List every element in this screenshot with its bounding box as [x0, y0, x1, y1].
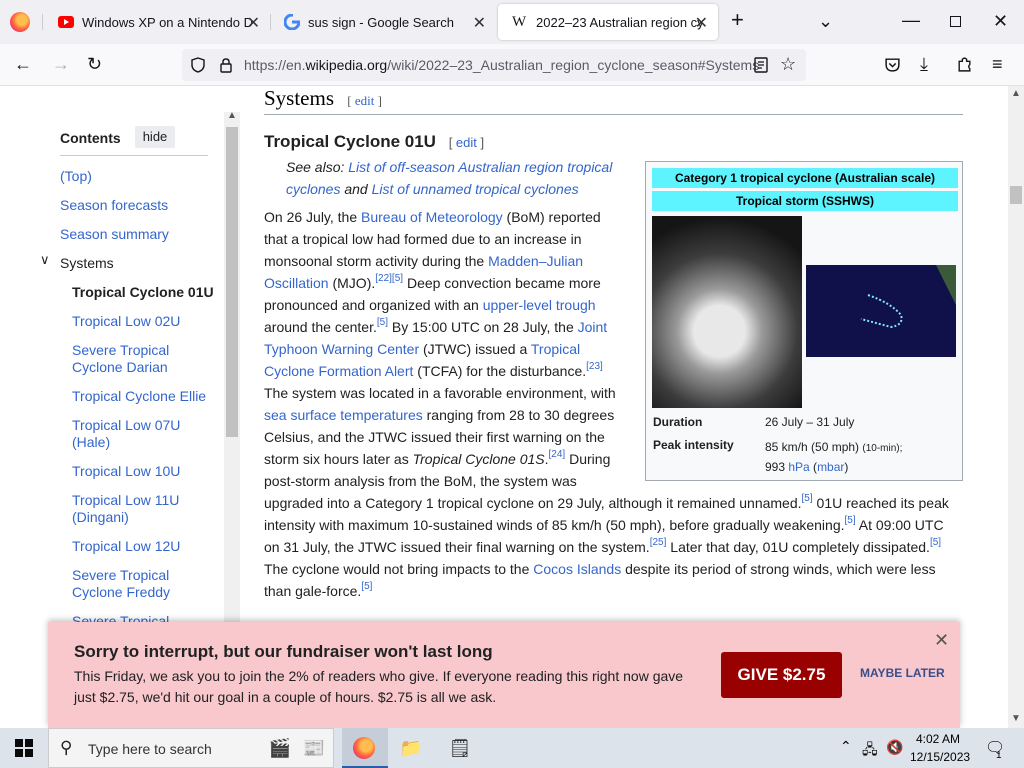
hpa-link[interactable]: hPa: [788, 460, 809, 474]
toc-item-12u[interactable]: Tropical Low 12U: [72, 538, 180, 555]
pocket-icon[interactable]: [884, 56, 901, 73]
list-all-tabs-icon[interactable]: ⌄: [818, 11, 833, 31]
duration-label: Duration: [653, 415, 703, 429]
extensions-icon[interactable]: [956, 56, 973, 73]
windows-start-icon[interactable]: [0, 728, 48, 768]
new-tab-button[interactable]: +: [731, 9, 744, 31]
toc-item-darian[interactable]: Severe Tropical Cyclone Darian: [72, 342, 212, 376]
storm-track: [860, 265, 956, 329]
chevron-up-icon[interactable]: ⌃: [840, 738, 852, 755]
url-text[interactable]: https://en.wikipedia.org/wiki/2022–23_Au…: [244, 57, 759, 73]
toc-item-freddy[interactable]: Severe Tropical Cyclone Freddy: [72, 567, 212, 601]
peak-intensity-value: 85 km/h (50 mph) (10-min); 993 hPa (mbar…: [765, 440, 903, 474]
scroll-up-icon[interactable]: ▲: [227, 110, 237, 121]
toc-item-01u[interactable]: Tropical Cyclone 01U: [72, 284, 214, 301]
give-button[interactable]: GIVE $2.75: [721, 652, 842, 698]
duration-value: 26 July – 31 July: [765, 415, 855, 429]
reload-icon[interactable]: ↻: [87, 54, 102, 74]
toc-hide-button[interactable]: hide: [135, 126, 175, 148]
search-icon: ⚲: [60, 738, 73, 757]
maximize-icon[interactable]: [950, 16, 961, 27]
infobox-header-sshws: Tropical storm (SSHWS): [652, 191, 958, 211]
forward-icon[interactable]: →: [52, 54, 70, 74]
toc-item-10u[interactable]: Tropical Low 10U: [72, 463, 180, 480]
clock-time[interactable]: 4:02 AM: [916, 732, 960, 746]
app-icon[interactable]: 🗒: [442, 733, 478, 763]
toc-item-11u[interactable]: Tropical Low 11U (Dingani): [72, 492, 212, 526]
volume-icon[interactable]: 🔇: [886, 739, 903, 756]
reader-view-icon[interactable]: [753, 57, 769, 73]
bookmark-star-icon[interactable]: ☆: [780, 54, 796, 74]
see-also-note: See also: List of off-season Australian …: [286, 159, 613, 197]
heading-rule: [264, 114, 963, 115]
mbar-link[interactable]: mbar: [817, 460, 844, 474]
minimize-icon[interactable]: —: [902, 10, 920, 30]
section-heading: Systems [ edit ]: [264, 86, 382, 110]
toc-divider: [60, 155, 208, 156]
network-icon[interactable]: 🖧: [862, 739, 878, 763]
satellite-image[interactable]: [652, 216, 802, 408]
toc-item-07u[interactable]: Tropical Low 07U (Hale): [72, 417, 212, 451]
notification-count: 1: [996, 750, 1002, 761]
youtube-icon: [58, 16, 74, 28]
edit-link[interactable]: [ edit ]: [449, 135, 484, 150]
menu-icon[interactable]: ≡: [992, 54, 1003, 74]
track-map-image[interactable]: [806, 265, 956, 357]
infobox-header-australian: Category 1 tropical cyclone (Australian …: [652, 168, 958, 188]
notepad-icon[interactable]: 📰: [296, 733, 332, 763]
page-scrollbar[interactable]: [1008, 86, 1024, 728]
toc-scroll-thumb[interactable]: [226, 127, 238, 437]
toc-item-02u[interactable]: Tropical Low 02U: [72, 313, 180, 330]
downloads-icon[interactable]: ⤓: [920, 54, 928, 74]
google-icon: [284, 14, 300, 30]
scroll-up-icon[interactable]: ▲: [1011, 88, 1021, 99]
lock-icon[interactable]: [218, 57, 234, 73]
shield-icon[interactable]: [190, 57, 206, 73]
edit-link[interactable]: [ edit ]: [347, 93, 382, 108]
toc-item-season-summary[interactable]: Season summary: [60, 226, 169, 243]
article-paragraph: On 26 July, the Bureau of Meteorology (B…: [264, 209, 616, 489]
firefox-icon: [353, 737, 375, 759]
tab-title: 2022–23 Australian region cyclone: [536, 14, 702, 30]
close-tab-icon[interactable]: ✕: [695, 13, 708, 33]
file-explorer-icon[interactable]: 📁: [393, 733, 429, 763]
toc-item-ellie[interactable]: Tropical Cyclone Ellie: [72, 388, 206, 405]
media-app-icon[interactable]: 🎬: [262, 733, 298, 763]
banner-text: This Friday, we ask you to join the 2% o…: [74, 668, 684, 705]
firefox-icon[interactable]: [10, 12, 30, 32]
back-icon[interactable]: ←: [14, 54, 32, 74]
tab-youtube[interactable]: Windows XP on a Nintendo DS ✕: [44, 0, 270, 44]
window-close-icon[interactable]: ✕: [993, 11, 1008, 31]
banner-close-icon[interactable]: ✕: [934, 630, 949, 651]
peak-intensity-label: Peak intensity: [653, 438, 734, 452]
close-tab-icon[interactable]: ✕: [247, 13, 260, 33]
toc-item-season-forecasts[interactable]: Season forecasts: [60, 197, 168, 214]
tab-title: Windows XP on a Nintendo DS: [82, 14, 252, 30]
see-also-link[interactable]: List of unnamed tropical cyclones: [372, 181, 579, 197]
wikipedia-icon: W: [512, 14, 527, 30]
scroll-down-icon[interactable]: ▼: [1011, 713, 1021, 724]
subsection-heading: Tropical Cyclone 01U [ edit ]: [264, 132, 485, 151]
page-scroll-thumb[interactable]: [1010, 186, 1022, 204]
toc-title: Contents: [60, 130, 121, 146]
maybe-later-button[interactable]: MAYBE LATER: [860, 666, 945, 680]
toc-item-top[interactable]: (Top): [60, 168, 92, 185]
tab-wikipedia[interactable]: W 2022–23 Australian region cyclone ✕: [498, 4, 718, 40]
toc-item-systems[interactable]: Systems: [60, 255, 114, 272]
tab-google[interactable]: sus sign - Google Search ✕: [270, 0, 496, 44]
chevron-down-icon[interactable]: ∨: [40, 252, 50, 268]
tab-title: sus sign - Google Search: [308, 14, 454, 30]
clock-date[interactable]: 12/15/2023: [910, 750, 970, 764]
close-tab-icon[interactable]: ✕: [473, 13, 486, 33]
search-placeholder: Type here to search: [88, 741, 212, 757]
banner-heading: Sorry to interrupt, but our fundraiser w…: [74, 642, 493, 661]
article-paragraph-wide: upgraded into a Category 1 tropical cycl…: [264, 493, 949, 599]
